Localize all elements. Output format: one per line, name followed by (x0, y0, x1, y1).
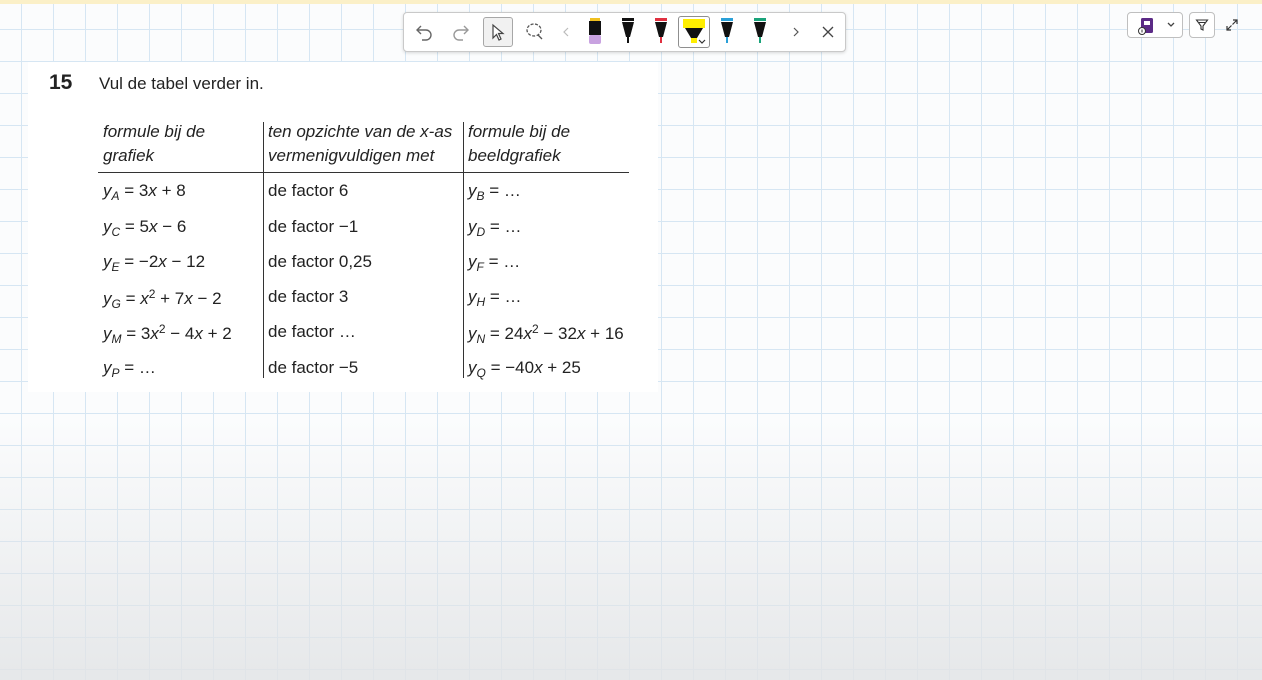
scroll-right-button[interactable] (784, 17, 808, 47)
pen-black-icon (622, 18, 634, 43)
expand-button[interactable] (1221, 14, 1243, 36)
table-header-factor: ten opzichte van de x-as vermenigvuldige… (268, 120, 452, 168)
table-cell-formula: yM = 3x2 − 4x + 2 (103, 322, 232, 346)
table-cell-formula: yE = −2x − 12 (103, 252, 206, 274)
pen-black-button[interactable] (613, 17, 643, 47)
pen-red-button[interactable] (646, 17, 676, 47)
pen-purple-button[interactable] (580, 17, 610, 47)
header-line: formule bij de (468, 122, 571, 141)
table-cell-factor: de factor −1 (268, 217, 359, 236)
table-cell-factor: de factor 3 (268, 287, 349, 306)
question-text: Vul de tabel verder in. (99, 74, 264, 93)
scroll-left-button[interactable] (554, 17, 578, 47)
table-cell-formula: yC = 5x − 6 (103, 217, 187, 239)
table-cell-factor: de factor 0,25 (268, 252, 372, 271)
header-line: vermenigvuldigen met (268, 146, 435, 165)
table-cell-formula: yP = … (103, 358, 156, 380)
top-accent-strip (0, 0, 1262, 4)
pen-blue-button[interactable] (712, 17, 742, 47)
filter-icon (1195, 19, 1209, 31)
table-header-original-formula: formule bij de grafiek (103, 120, 205, 168)
table-cell-factor: de factor 6 (268, 181, 349, 200)
table-header-image-formula: formule bij de beeldgrafiek (468, 120, 570, 168)
close-icon (822, 26, 834, 38)
select-icon (492, 23, 505, 41)
chevron-right-icon (793, 27, 799, 37)
lasso-icon (526, 23, 543, 40)
table-cell-factor: de factor −5 (268, 358, 359, 377)
undo-button[interactable] (409, 17, 439, 47)
table-cell-factor: de factor … (268, 322, 356, 341)
question-number: 15 (49, 71, 73, 94)
drawing-toolbar (403, 12, 846, 52)
table-cell-image-formula: yD = … (468, 217, 522, 239)
undo-icon (416, 25, 432, 41)
lasso-tool-button[interactable] (520, 17, 550, 47)
pen-blue-icon (721, 18, 733, 43)
notebook-icon (1138, 18, 1153, 35)
highlighter-yellow-button[interactable] (678, 16, 710, 48)
filter-button[interactable] (1189, 12, 1215, 38)
select-tool-button[interactable] (483, 17, 513, 47)
pen-green-icon (754, 18, 766, 43)
table-header-divider (98, 172, 629, 173)
chevron-left-icon (563, 27, 569, 37)
pen-red-icon (655, 18, 667, 43)
redo-button[interactable] (446, 17, 476, 47)
table-cell-formula: yG = x2 + 7x − 2 (103, 287, 222, 311)
table-cell-formula: yA = 3x + 8 (103, 181, 186, 203)
table-cell-image-formula: yF = … (468, 252, 521, 274)
pen-green-button[interactable] (745, 17, 775, 47)
chevron-down-icon (1167, 22, 1175, 27)
redo-icon (453, 25, 469, 41)
header-line: grafiek (103, 146, 155, 165)
table-column-divider (463, 122, 464, 378)
close-toolbar-button[interactable] (813, 17, 843, 47)
notebook-dropdown[interactable] (1127, 12, 1183, 38)
pen-purple-icon (589, 18, 601, 44)
header-line: formule bij de (103, 122, 206, 141)
table-cell-image-formula: yQ = −40x + 25 (468, 358, 581, 380)
table-column-divider (263, 122, 264, 378)
expand-icon (1226, 19, 1238, 31)
table-cell-image-formula: yN = 24x2 − 32x + 16 (468, 322, 624, 346)
table-cell-image-formula: yB = … (468, 181, 521, 203)
table-cell-image-formula: yH = … (468, 287, 522, 309)
header-line: beeldgrafiek (468, 146, 561, 165)
header-line: ten opzichte van de x-as (268, 122, 453, 141)
highlighter-yellow-icon (683, 19, 706, 44)
